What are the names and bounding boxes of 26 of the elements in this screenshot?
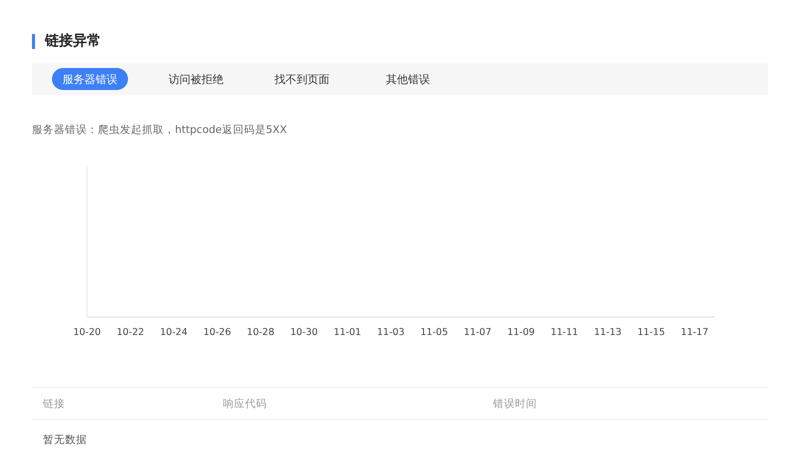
tab[interactable]: 访问被拒绝 [158,68,234,90]
tab[interactable]: 找不到页面 [264,68,340,90]
section-title: 链接异常 [45,32,101,50]
x-axis-label: 11-07 [464,327,492,337]
x-axis-label: 11-17 [680,327,708,337]
x-axis-label: 11-15 [637,327,665,337]
tab[interactable]: 服务器错误 [52,68,128,90]
x-axis-label: 10-20 [73,327,101,337]
x-axis-label: 11-11 [550,327,578,337]
x-axis-label: 10-26 [203,327,231,337]
x-axis-label: 11-03 [377,327,405,337]
tab[interactable]: 其他错误 [370,68,446,90]
empty-message: 暂无数据 [43,433,87,447]
x-axis-label: 11-01 [334,327,362,337]
title-accent-bar [32,34,35,48]
x-axis-label: 11-09 [507,327,535,337]
column-header: 链接 [43,396,66,410]
x-axis-label: 10-28 [246,327,274,337]
x-axis-label: 11-05 [420,327,448,337]
column-header: 错误时间 [493,396,538,410]
x-axis-label: 10-24 [160,327,188,337]
x-axis-label: 10-30 [290,327,318,337]
description-text: 服务器错误：爬虫发起抓取，httpcode返回码是5XX [32,123,288,137]
column-header: 响应代码 [223,396,268,410]
x-axis-label: 10-22 [116,327,144,337]
x-axis-label: 11-13 [594,327,622,337]
